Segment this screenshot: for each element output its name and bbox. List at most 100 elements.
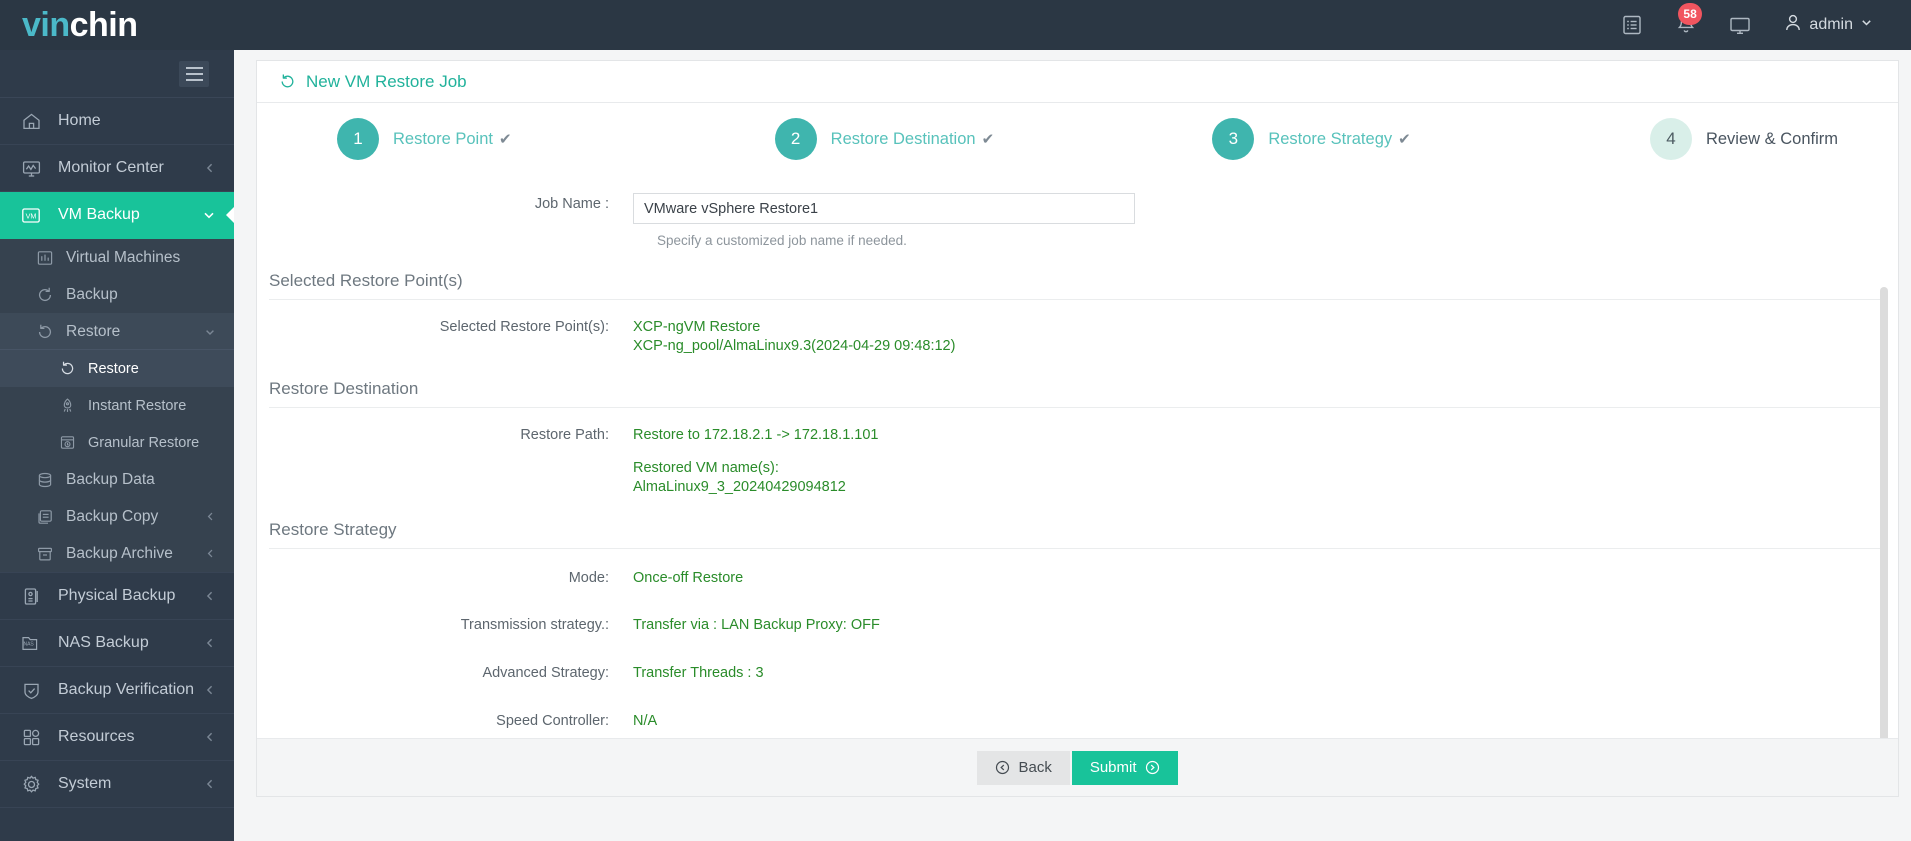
row-key: Selected Restore Point(s): (439, 319, 609, 335)
wizard-step-restore-destination[interactable]: 2 Restore Destination ✔ (774, 118, 1213, 160)
step-number: 3 (1212, 118, 1255, 160)
user-menu[interactable]: admin (1780, 13, 1873, 37)
row-key: Advanced Strategy: (482, 665, 609, 681)
review-scroll-inner: Job Name : Specify a customized job name… (269, 175, 1898, 731)
wizard-step-review-confirm[interactable]: 4 Review & Confirm (1649, 118, 1838, 160)
restore-job-panel: New VM Restore Job 1 Restore Point ✔ 2 R… (256, 60, 1899, 797)
row-advanced-strategy: Advanced Strategy: Transfer Threads : 3 (269, 664, 1898, 683)
svg-text:NAS: NAS (23, 641, 34, 647)
job-name-hint: Specify a customized job name if needed. (657, 233, 907, 248)
monitor-icon[interactable] (1726, 11, 1754, 39)
grid-icon (18, 725, 44, 749)
chevron-left-icon (205, 511, 216, 522)
sidebar-item-label: Instant Restore (88, 397, 187, 414)
sidebar-item-resources[interactable]: Resources (0, 714, 234, 761)
step-label-wrap: Restore Strategy ✔ (1268, 130, 1410, 149)
sidebar-item-system[interactable]: System (0, 761, 234, 808)
svg-text:VM: VM (26, 211, 37, 220)
row-key: Speed Controller: (496, 713, 609, 729)
wizard-step-restore-strategy[interactable]: 3 Restore Strategy ✔ (1212, 118, 1650, 160)
sidebar-item-label: Backup Data (66, 470, 155, 488)
brand-logo[interactable]: vinchin (0, 8, 234, 42)
step-label: Restore Destination (830, 129, 976, 148)
sidebar-item-label: NAS Backup (58, 634, 149, 651)
content-vertical-scrollbar[interactable] (1880, 287, 1888, 738)
sidebar-submenu-vm-backup: Virtual Machines Backup Restore Restore … (0, 239, 234, 572)
granular-icon (56, 434, 78, 452)
sidebar-item-physical-backup[interactable]: Physical Backup (0, 573, 234, 620)
header-actions: 58 admin (1618, 0, 1911, 50)
review-body: Job Name : Specify a customized job name… (257, 175, 1898, 738)
step-label: Review & Confirm (1705, 129, 1839, 148)
submit-button[interactable]: Submit (1071, 750, 1178, 785)
sidebar-item-monitor-center[interactable]: Monitor Center (0, 145, 234, 192)
job-name-label: Job Name : (534, 196, 609, 212)
sidebar-item-backup-data[interactable]: Backup Data (0, 461, 234, 498)
sidebar-item-restore[interactable]: Restore (0, 350, 234, 387)
section-heading-text: Selected Restore Point(s) (269, 271, 463, 290)
section-heading-selected-restore-points: Selected Restore Point(s) (269, 271, 1880, 300)
copy-icon (34, 508, 56, 526)
sidebar-item-backup[interactable]: Backup (0, 276, 234, 313)
sidebar-item-granular-restore[interactable]: Granular Restore (0, 424, 234, 461)
back-button-label: Back (1018, 759, 1052, 776)
job-name-input[interactable] (633, 193, 1135, 224)
sidebar-item-label: Restore (66, 322, 121, 340)
chevron-left-icon (205, 548, 216, 559)
row-value-line: XCP-ngVM Restore (633, 319, 761, 335)
row-selected-restore-points: Selected Restore Point(s): XCP-ngVM Rest… (269, 318, 1898, 356)
nas-icon: NAS (18, 631, 44, 655)
back-button[interactable]: Back (977, 750, 1070, 785)
wizard-step-restore-point[interactable]: 1 Restore Point ✔ (337, 118, 775, 160)
top-header: vinchin 58 admin (0, 0, 1911, 50)
sidebar-toggle-row (0, 50, 234, 98)
sidebar-item-label: Backup (66, 285, 118, 303)
submit-button-label: Submit (1089, 759, 1137, 776)
vm-list-icon (34, 249, 56, 267)
gear-icon (18, 772, 44, 796)
chevron-left-icon (204, 684, 216, 696)
check-icon: ✔ (1398, 130, 1411, 148)
chevron-down-icon (204, 326, 216, 338)
sidebar-item-backup-verification[interactable]: Backup Verification (0, 667, 234, 714)
user-label: admin (1809, 16, 1853, 33)
row-key: Transmission strategy.: (460, 617, 609, 633)
row-key: Mode: (568, 570, 609, 586)
row-transmission-strategy: Transmission strategy.: Transfer via : L… (269, 616, 1898, 635)
row-value: Transfer Threads : 3 (633, 664, 764, 683)
sidebar-item-backup-archive[interactable]: Backup Archive (0, 535, 234, 572)
step-label-wrap: Review & Confirm (1706, 130, 1838, 149)
list-log-icon[interactable] (1618, 11, 1646, 39)
row-value-line: Restore to 172.18.2.1 -> 172.18.1.101 (633, 427, 879, 443)
home-icon (18, 109, 44, 133)
sidebar-item-label: System (58, 775, 112, 792)
sidebar-item-label: Monitor Center (58, 159, 164, 176)
vm-icon: VM (18, 203, 44, 227)
sidebar-item-label: Backup Verification (58, 681, 195, 698)
sidebar-item-instant-restore[interactable]: Instant Restore (0, 387, 234, 424)
row-value-line: Transfer Threads : 3 (633, 665, 764, 681)
arrow-left-circle-icon (995, 760, 1010, 775)
row-value: Once-off Restore (633, 569, 743, 588)
sidebar-item-label: Restore (88, 360, 139, 377)
section-heading-text: Restore Destination (269, 379, 419, 398)
step-label: Restore Point (393, 129, 493, 148)
sidebar-item-virtual-machines[interactable]: Virtual Machines (0, 239, 234, 276)
sidebar-item-backup-copy[interactable]: Backup Copy (0, 498, 234, 535)
sidebar-item-home[interactable]: Home (0, 98, 234, 145)
row-restore-path: Restore Path: Restore to 172.18.2.1 -> 1… (269, 426, 1898, 497)
row-value-line: AlmaLinux9_3_20240429094812 (633, 479, 846, 495)
sidebar-item-nas-backup[interactable]: NAS NAS Backup (0, 620, 234, 667)
chevron-down-icon (202, 208, 216, 222)
row-mode: Mode: Once-off Restore (269, 569, 1898, 588)
bell-icon[interactable]: 58 (1672, 3, 1702, 39)
restore-icon (279, 73, 296, 90)
sidebar-item-restore-group[interactable]: Restore (0, 313, 234, 350)
hamburger-icon[interactable] (179, 60, 209, 87)
row-value-line: Restored VM name(s): (633, 460, 779, 476)
page-title-text: New VM Restore Job (306, 71, 467, 91)
brand-logo-part2: chin (69, 6, 138, 44)
sidebar-item-vm-backup[interactable]: VM VM Backup (0, 192, 234, 239)
row-value: XCP-ngVM Restore XCP-ng_pool/AlmaLinux9.… (633, 318, 955, 356)
row-value: Transfer via : LAN Backup Proxy: OFF (633, 616, 880, 635)
